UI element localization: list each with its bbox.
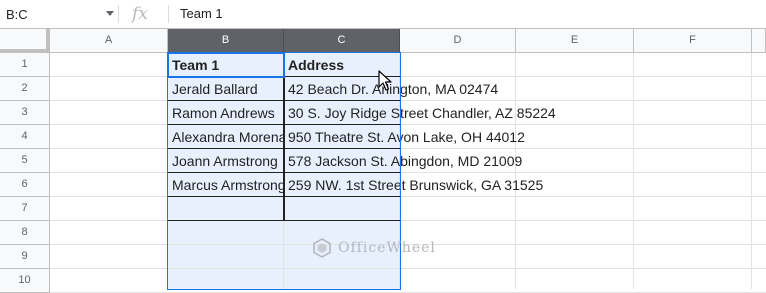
name-box-value: B:C [6, 6, 28, 22]
column-header-e[interactable]: E [516, 29, 634, 53]
divider [118, 5, 119, 23]
column-header-g[interactable] [752, 29, 766, 53]
name-box[interactable]: B:C [6, 0, 116, 28]
cell-b4[interactable]: Alexandra Morena [168, 125, 284, 149]
cell-b6[interactable]: Marcus Armstrong [168, 173, 284, 197]
mouse-pointer-icon [378, 70, 392, 91]
row-header-10[interactable]: 10 [0, 269, 50, 293]
column-header-c[interactable]: C [284, 29, 400, 53]
cell-c3[interactable]: 30 S. Joy Ridge Street Chandler, AZ 8522… [284, 101, 556, 125]
fx-icon: fx [132, 4, 148, 24]
row-header-1[interactable]: 1 [0, 53, 50, 77]
watermark: OfficeWheel [312, 238, 436, 258]
column-header-b[interactable]: B [168, 29, 284, 53]
cell-c5[interactable]: 578 Jackson St. Abingdon, MD 21009 [284, 149, 522, 173]
officewheel-logo-icon [313, 238, 331, 258]
row-header-4[interactable]: 4 [0, 125, 50, 149]
column-header-f[interactable]: F [634, 29, 752, 53]
cell-c4[interactable]: 950 Theatre St. Avon Lake, OH 44012 [284, 125, 525, 149]
row-header-7[interactable]: 7 [0, 197, 50, 221]
cell-b2[interactable]: Jerald Ballard [168, 77, 284, 101]
row-header-3[interactable]: 3 [0, 101, 50, 125]
cell-b3[interactable]: Ramon Andrews [168, 101, 284, 125]
column-header-a[interactable]: A [50, 29, 168, 53]
formula-bar: B:C fx Team 1 [0, 0, 766, 29]
row-header-5[interactable]: 5 [0, 149, 50, 173]
cell-c6[interactable]: 259 NW. 1st Street Brunswick, GA 31525 [284, 173, 543, 197]
divider [168, 5, 169, 23]
active-cell [167, 52, 285, 78]
cell-b5[interactable]: Joann Armstrong [168, 149, 284, 173]
row-header-2[interactable]: 2 [0, 77, 50, 101]
row-header-8[interactable]: 8 [0, 221, 50, 245]
watermark-text: OfficeWheel [338, 240, 436, 256]
chevron-down-icon[interactable] [106, 11, 114, 16]
formula-input[interactable]: Team 1 [180, 0, 223, 28]
row-header-6[interactable]: 6 [0, 173, 50, 197]
row-header-9[interactable]: 9 [0, 245, 50, 269]
column-header-d[interactable]: D [400, 29, 516, 53]
select-all-corner[interactable] [0, 29, 50, 53]
